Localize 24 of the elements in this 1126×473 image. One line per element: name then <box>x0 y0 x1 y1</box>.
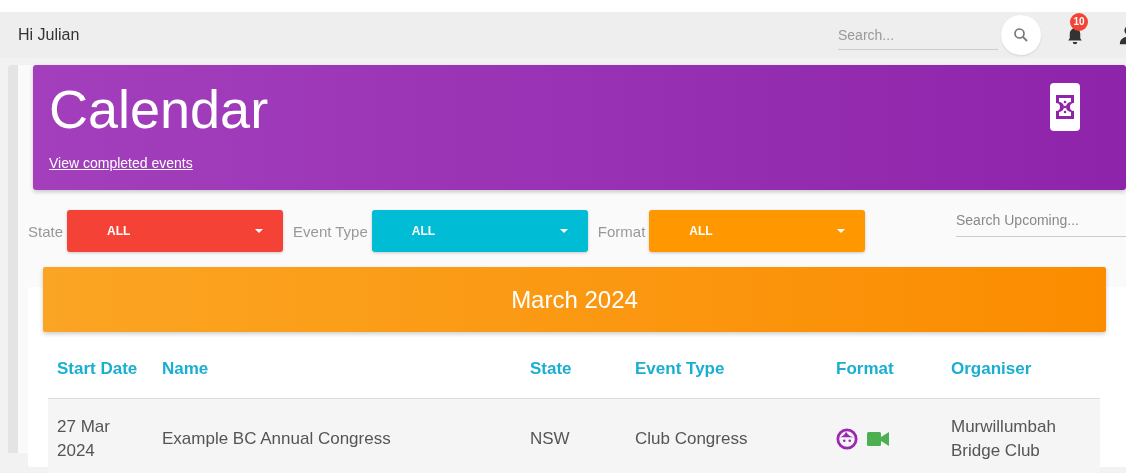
column-header[interactable]: State <box>530 359 635 379</box>
organiser-cell-text: Murwillumbah Bridge Club <box>951 416 1057 462</box>
column-header[interactable]: Start Date <box>57 359 162 379</box>
page-title: Calendar <box>49 79 270 139</box>
event-name-cell-text: Example BC Annual Congress <box>162 428 392 450</box>
filter-dropdown[interactable]: ALL <box>371 210 588 252</box>
search-field[interactable]: Search... <box>838 20 998 50</box>
filter-dropdown[interactable]: ALL <box>67 210 284 252</box>
filter-label: Format <box>597 222 646 240</box>
column-header[interactable]: Format <box>836 359 951 379</box>
completed-events-link[interactable]: View completed events <box>49 155 193 171</box>
event-type-cell-text: Club Congress <box>635 428 749 450</box>
notification-badge: 10 <box>1070 13 1088 31</box>
month-banner: March 2024 <box>43 267 1106 332</box>
date-cell-text: 27 Mar 2024 <box>57 416 111 462</box>
search-upcoming-field[interactable]: Search Upcoming... <box>956 204 1126 237</box>
column-header[interactable]: Event Type <box>635 359 836 379</box>
state-cell-text: NSW <box>530 428 571 450</box>
column-header[interactable]: Name <box>162 359 530 379</box>
column-header[interactable]: Organiser <box>951 359 1100 379</box>
filter-dropdown[interactable]: ALL <box>649 210 866 252</box>
greeting: Hi Julian <box>18 26 81 44</box>
filter-label: State <box>28 222 64 240</box>
filter-label: Event Type <box>293 222 368 240</box>
